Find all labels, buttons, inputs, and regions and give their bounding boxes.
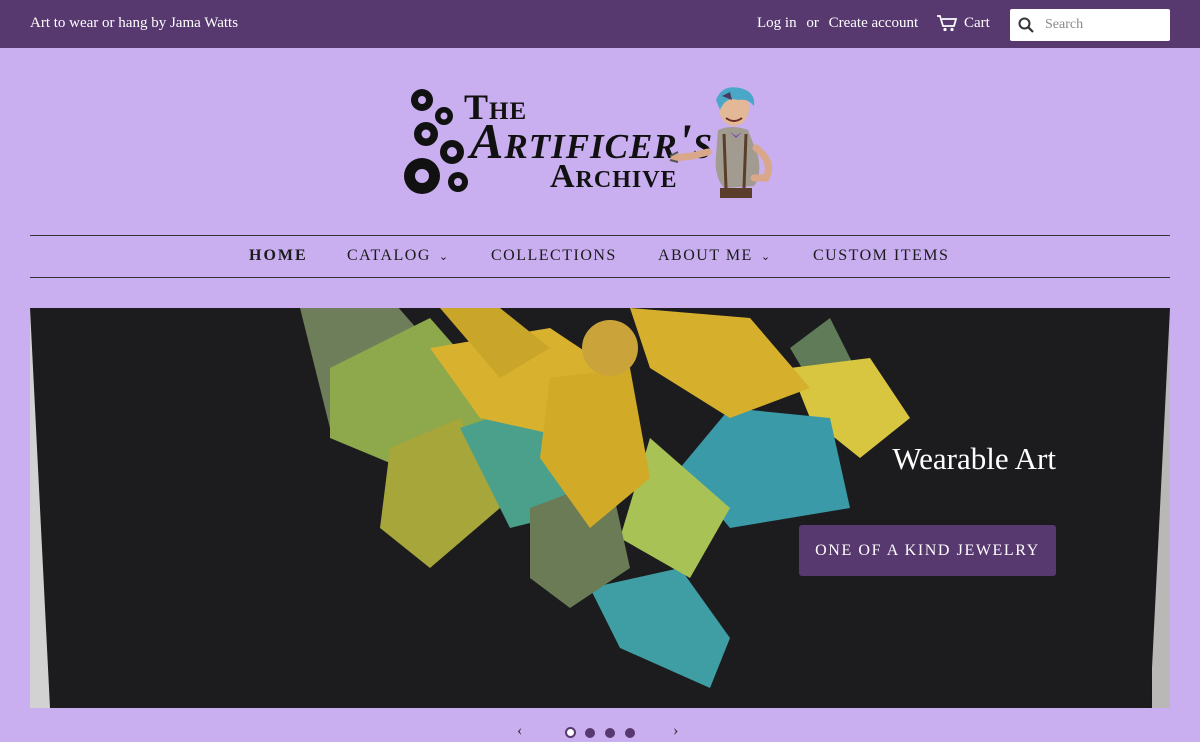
slideshow-controls: ‹ › — [0, 722, 1200, 742]
store-logo[interactable]: The Artificer's Archive — [400, 84, 800, 202]
gears-icon — [404, 89, 468, 194]
store-tagline: Art to wear or hang by Jama Watts — [30, 15, 239, 31]
nav-item-collections[interactable]: COLLECTIONS — [491, 247, 617, 265]
nav-item-label: CATALOG — [347, 247, 431, 264]
nav-item-label: HOME — [249, 247, 308, 264]
nav-item-custom-items[interactable]: CUSTOM ITEMS — [813, 247, 949, 265]
or-text: or — [806, 15, 819, 31]
slide-dot-1[interactable] — [565, 727, 576, 738]
nav-item-label: ABOUT ME — [658, 247, 753, 264]
slide-dot-3[interactable] — [605, 728, 615, 738]
previous-slide-icon[interactable]: ‹ — [517, 722, 522, 740]
nav-item-label: CUSTOM ITEMS — [813, 247, 950, 264]
cart-link[interactable]: Cart — [936, 14, 990, 32]
main-navigation: HOME CATALOG ⌄ COLLECTIONS ABOUT ME ⌄ CU… — [30, 235, 1170, 278]
cart-icon — [937, 15, 958, 32]
artist-character-illustration — [669, 87, 772, 198]
chevron-down-icon: ⌄ — [760, 250, 772, 263]
nav-item-about-me[interactable]: ABOUT ME ⌄ — [658, 247, 772, 265]
nav-item-label: COLLECTIONS — [491, 247, 617, 264]
chevron-down-icon: ⌄ — [438, 250, 450, 263]
hero-cta-button[interactable]: ONE OF A KIND JEWELRY — [799, 525, 1056, 576]
search-input[interactable] — [1043, 16, 1165, 34]
login-link[interactable]: Log in — [757, 15, 797, 31]
logo-line-3: Archive — [550, 158, 678, 195]
create-account-link[interactable]: Create account — [829, 15, 919, 31]
hero-slideshow: Wearable Art ONE OF A KIND JEWELRY — [30, 308, 1170, 708]
announcement-bar: Art to wear or hang by Jama Watts Log in… — [0, 0, 1200, 48]
slide-dot-2[interactable] — [585, 728, 595, 738]
search-box — [1010, 9, 1170, 41]
slide-dot-4[interactable] — [625, 728, 635, 738]
account-links: Log in or Create account — [757, 15, 924, 32]
nav-item-home[interactable]: HOME — [249, 247, 308, 265]
hero-heading: Wearable Art — [892, 441, 1056, 476]
nav-item-catalog[interactable]: CATALOG ⌄ — [347, 247, 450, 265]
beaded-flower-image — [30, 308, 1170, 708]
cart-label: Cart — [964, 14, 990, 31]
next-slide-icon[interactable]: › — [673, 722, 678, 740]
search-icon[interactable] — [1018, 17, 1040, 33]
